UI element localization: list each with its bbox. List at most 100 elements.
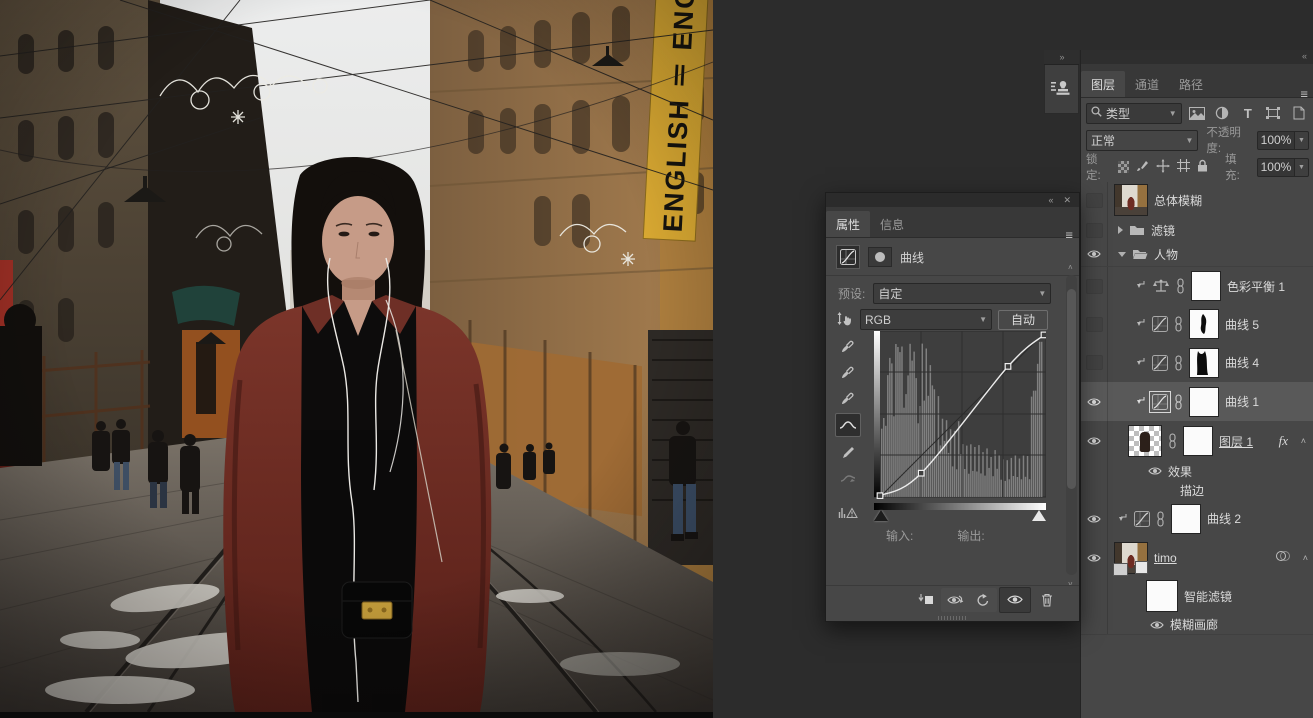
tab-layers[interactable]: 图层 bbox=[1081, 71, 1125, 97]
panel-menu-icon[interactable]: ≡ bbox=[1065, 228, 1073, 243]
layer-row[interactable]: 图层 1 fx ˄ bbox=[1081, 421, 1313, 462]
document-canvas[interactable]: ENGLISH ＝ ENG bbox=[0, 0, 713, 718]
eye-icon[interactable] bbox=[1148, 466, 1162, 476]
layer-row[interactable]: 曲线 4 bbox=[1081, 343, 1313, 383]
panel-scrollbar[interactable]: ˄ ˅ bbox=[1066, 275, 1077, 575]
expand-dock-button[interactable]: » bbox=[1044, 50, 1079, 65]
opacity-field[interactable]: 100%▼ bbox=[1257, 131, 1309, 150]
draw-curve-pencil-icon[interactable] bbox=[836, 441, 860, 463]
layer-row-selected[interactable]: 曲线 1 bbox=[1081, 382, 1313, 422]
layer-mask-thumbnail[interactable] bbox=[1189, 387, 1219, 417]
filter-pixel-layers-icon[interactable] bbox=[1187, 107, 1207, 120]
visibility-toggle[interactable] bbox=[1081, 182, 1108, 218]
filter-smart-objects-icon[interactable] bbox=[1289, 106, 1309, 120]
mask-header-icon[interactable] bbox=[868, 247, 892, 267]
clipping-mask-icon bbox=[1136, 357, 1146, 369]
visibility-toggle[interactable] bbox=[1081, 382, 1108, 421]
blur-gallery-row[interactable]: 模糊画廊 bbox=[1081, 615, 1313, 635]
filter-shape-layers-icon[interactable] bbox=[1263, 107, 1283, 119]
collapse-effects-icon[interactable]: ˄ bbox=[1301, 436, 1306, 446]
smart-filter-icon[interactable] bbox=[1275, 550, 1290, 565]
fx-badge[interactable]: fx bbox=[1279, 433, 1288, 449]
lock-position-icon[interactable] bbox=[1156, 159, 1170, 176]
delete-adjustment-button[interactable] bbox=[1033, 588, 1061, 612]
visibility-toggle[interactable] bbox=[1081, 218, 1108, 242]
layer-row[interactable]: 曲线 5 bbox=[1081, 305, 1313, 344]
layer-row[interactable]: timo ˄ bbox=[1081, 538, 1313, 578]
visibility-toggle[interactable] bbox=[1081, 343, 1108, 382]
expand-arrow-icon[interactable] bbox=[1118, 252, 1126, 257]
panel-resize-grip[interactable] bbox=[938, 616, 968, 620]
curve-editor[interactable] bbox=[874, 331, 1046, 522]
effects-row[interactable]: 效果 bbox=[1081, 461, 1313, 481]
clip-to-layer-button[interactable] bbox=[913, 588, 939, 612]
collapse-filters-icon[interactable]: ˄ bbox=[1303, 553, 1308, 563]
visibility-toggle[interactable] bbox=[1081, 421, 1108, 461]
layer-mask-thumbnail[interactable] bbox=[1189, 309, 1219, 339]
layer-mask-thumbnail[interactable] bbox=[1171, 504, 1201, 534]
collapse-dock-button[interactable]: « bbox=[1302, 51, 1306, 61]
clipping-warning-icon[interactable] bbox=[836, 501, 860, 523]
layer-group-row[interactable]: 滤镜 bbox=[1081, 218, 1313, 243]
eye-icon[interactable] bbox=[1150, 620, 1164, 630]
visibility-toggle[interactable] bbox=[1081, 499, 1108, 538]
smooth-curve-icon[interactable] bbox=[836, 467, 860, 489]
layer-group-row[interactable]: 人物 bbox=[1081, 242, 1313, 267]
tab-info[interactable]: 信息 bbox=[870, 211, 914, 237]
io-row: 输入: 输出: bbox=[886, 527, 985, 544]
layer-thumbnail[interactable] bbox=[1128, 425, 1162, 457]
layer-comps-icon bbox=[1051, 79, 1073, 100]
smart-filters-row[interactable]: 智能滤镜 bbox=[1081, 577, 1313, 616]
gray-point-eyedropper-icon[interactable] bbox=[836, 361, 860, 383]
targeted-adjustment-icon[interactable] bbox=[836, 310, 854, 330]
view-previous-state-button[interactable] bbox=[941, 588, 969, 612]
layer-comps-panel-button[interactable] bbox=[1044, 65, 1079, 114]
lock-pixels-icon[interactable] bbox=[1136, 159, 1149, 175]
edit-points-tool-icon[interactable] bbox=[835, 413, 861, 437]
photoshop-window: ENGLISH ＝ ENG bbox=[0, 0, 1313, 718]
collapse-panel-button[interactable]: « bbox=[1048, 195, 1053, 205]
close-panel-button[interactable]: ✕ bbox=[1063, 195, 1071, 206]
adjustment-header: 曲线 bbox=[836, 245, 924, 269]
layer-row[interactable]: 总体模糊 bbox=[1081, 182, 1313, 219]
layer-row[interactable]: 曲线 2 bbox=[1081, 499, 1313, 539]
stroke-effect-row[interactable]: 描边 bbox=[1081, 481, 1313, 499]
black-point-eyedropper-icon[interactable] bbox=[836, 335, 860, 357]
lock-transparency-icon[interactable] bbox=[1118, 161, 1129, 173]
reset-button[interactable] bbox=[969, 588, 997, 612]
layer-filter-row: 类型 ▼ T bbox=[1081, 102, 1313, 124]
channel-dropdown[interactable]: RGB▼ bbox=[860, 309, 992, 330]
fill-field[interactable]: 100%▼ bbox=[1257, 158, 1309, 177]
panel-menu-icon[interactable]: ≡ bbox=[1300, 87, 1308, 102]
tab-properties[interactable]: 属性 bbox=[826, 211, 870, 237]
tab-paths[interactable]: 路径 bbox=[1169, 71, 1213, 97]
black-point-slider[interactable] bbox=[874, 510, 888, 521]
lock-artboard-icon[interactable] bbox=[1177, 159, 1190, 175]
layer-thumbnail[interactable] bbox=[1114, 184, 1148, 216]
layer-mask-thumbnail[interactable] bbox=[1191, 271, 1221, 301]
white-point-slider[interactable] bbox=[1032, 510, 1046, 521]
visibility-button[interactable] bbox=[999, 587, 1031, 613]
tab-channels[interactable]: 通道 bbox=[1125, 71, 1169, 97]
visibility-toggle[interactable] bbox=[1081, 538, 1108, 577]
eye-icon bbox=[1087, 436, 1101, 446]
blend-mode-dropdown[interactable]: 正常▼ bbox=[1086, 130, 1198, 151]
smart-object-thumbnail[interactable] bbox=[1114, 542, 1148, 574]
auto-button[interactable]: 自动 bbox=[998, 310, 1048, 330]
layer-row[interactable]: 色彩平衡 1 bbox=[1081, 267, 1313, 306]
collapse-arrow-icon[interactable] bbox=[1118, 226, 1123, 234]
lock-all-icon[interactable] bbox=[1197, 159, 1208, 175]
layer-mask-thumbnail[interactable] bbox=[1183, 426, 1213, 456]
visibility-toggle[interactable] bbox=[1081, 305, 1108, 343]
filter-mask-thumbnail[interactable] bbox=[1146, 580, 1178, 612]
scroll-up-icon[interactable]: ˄ bbox=[1068, 263, 1073, 272]
filter-type-dropdown[interactable]: 类型 ▼ bbox=[1086, 103, 1182, 124]
visibility-toggle[interactable] bbox=[1081, 267, 1108, 305]
preset-dropdown[interactable]: 自定▼ bbox=[873, 283, 1051, 304]
visibility-toggle[interactable] bbox=[1081, 242, 1108, 266]
white-point-eyedropper-icon[interactable] bbox=[836, 387, 860, 409]
selected-adjustment-frame bbox=[1152, 394, 1168, 410]
layer-mask-thumbnail[interactable] bbox=[1189, 348, 1219, 378]
filter-type-layers-icon[interactable]: T bbox=[1238, 106, 1258, 121]
filter-adjustment-layers-icon[interactable] bbox=[1212, 106, 1232, 120]
